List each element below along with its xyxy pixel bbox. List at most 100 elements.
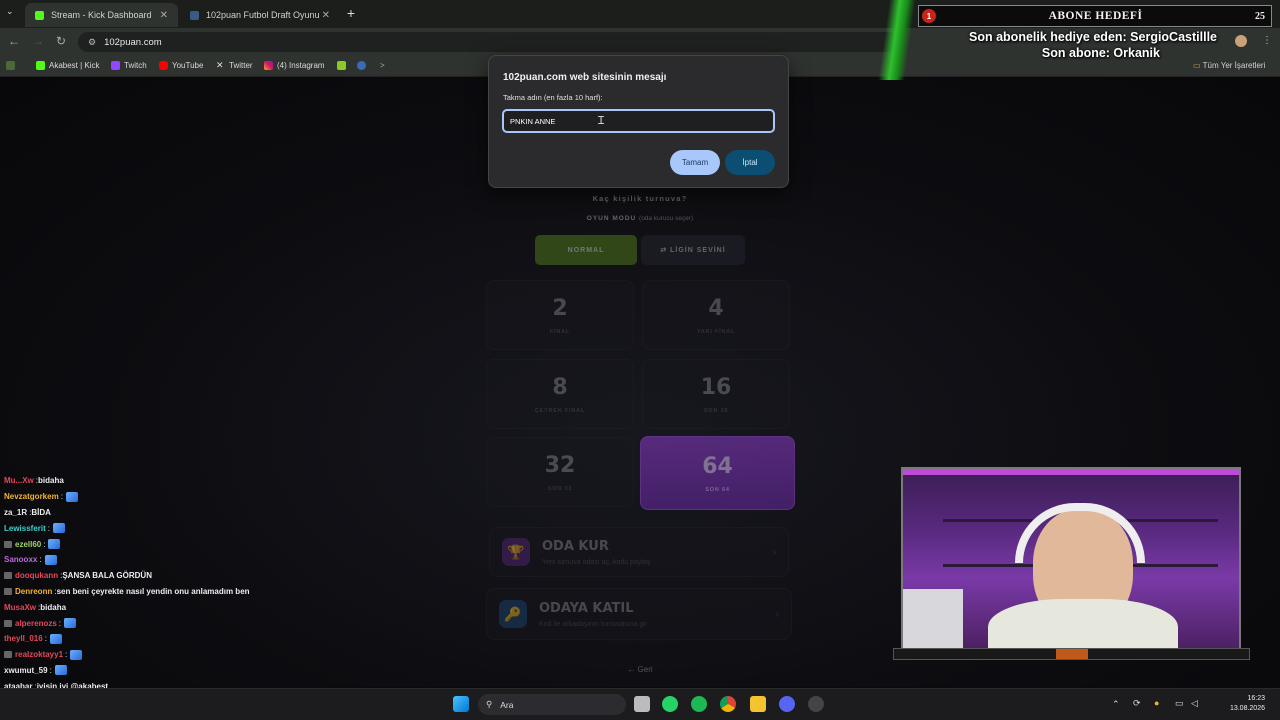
bookmark-label: Twitch <box>124 61 147 70</box>
create-room-title: ODA KUR <box>542 538 609 554</box>
mode-normal-button[interactable]: NORMAL <box>535 235 637 265</box>
goal-count-badge: 1 <box>922 9 936 23</box>
discord-icon[interactable] <box>779 696 795 712</box>
clock-date: 13.08.2026 <box>1229 705 1265 712</box>
ok-button[interactable]: Tamam <box>670 150 720 175</box>
file-explorer-icon[interactable] <box>750 696 766 712</box>
whatsapp-icon[interactable] <box>662 696 678 712</box>
bookmark-twitter[interactable]: ✕ Twitter <box>216 61 253 71</box>
cancel-button[interactable]: İptal <box>725 150 775 175</box>
card-number: 8 <box>552 374 568 400</box>
chat-message: Nevzatgorkem: <box>0 489 290 505</box>
task-view-icon[interactable] <box>634 696 650 712</box>
trophy-icon: 🏆 <box>502 538 530 566</box>
card-label: FİNAL <box>549 328 571 335</box>
chat-username[interactable]: MusaXw <box>4 603 36 612</box>
bookmark-extra-1[interactable] <box>337 61 346 70</box>
tray-sync-icon[interactable]: ⟳ <box>1133 698 1141 709</box>
last-gifter-text: Son abonelik hediye eden: SergioCastilll… <box>969 30 1217 44</box>
kick-icon <box>36 61 45 70</box>
streamer-shirt <box>988 599 1178 651</box>
bookmark-twitch[interactable]: Twitch <box>111 61 147 70</box>
volume-icon[interactable]: ◁ <box>1191 698 1198 709</box>
chat-emote-icon <box>49 633 62 644</box>
chat-username[interactable]: Sanooxx <box>4 555 37 564</box>
url-field[interactable]: ⚙ 102puan.com <box>78 32 898 52</box>
join-room-button[interactable]: 🔑 ODAYA KATIL Kod ile arkadaşının turnuv… <box>486 588 792 640</box>
tab-102puan[interactable]: 102puan Futbol Draft Oyunu ✕ <box>180 3 340 27</box>
game-mode-hint: (oda kurucu seçer) <box>639 215 694 222</box>
obs-icon[interactable] <box>808 696 824 712</box>
tab-search-icon[interactable]: ⌄ <box>6 6 14 17</box>
bookmark-instagram[interactable]: (4) Instagram <box>264 61 325 70</box>
apps-grid-icon[interactable] <box>6 61 15 70</box>
chat-message: Mu...Xw: bidaha <box>4 476 64 486</box>
join-room-title: ODAYA KATIL <box>539 600 634 616</box>
create-room-button[interactable]: 🏆 ODA KUR Yeni turnuva odası aç, kodu pa… <box>489 527 789 577</box>
chat-message: xwumut_59: <box>0 663 290 679</box>
sub-goal-bar: 1 ABONE HEDEFİ 25 <box>918 5 1272 27</box>
clock-time: 16:23 <box>1247 695 1265 702</box>
size-card-32[interactable]: 32 SON 32 <box>486 437 634 507</box>
dialog-title: 102puan.com web sitesinin mesajı <box>503 72 667 83</box>
chat-username[interactable]: Denreonn <box>15 587 52 596</box>
bookmark-youtube[interactable]: YouTube <box>159 61 203 70</box>
bookmark-blue-icon <box>357 61 366 70</box>
chrome-icon[interactable] <box>720 696 736 712</box>
chat-username[interactable]: dooqukann <box>15 571 58 580</box>
mode-league-button[interactable]: ⇄ LİGİN SEVİNİ <box>641 235 745 265</box>
chat-username[interactable]: Lewissferit <box>4 524 46 533</box>
bookmark-extra-2[interactable] <box>357 61 366 70</box>
chat-emote-icon <box>53 523 66 534</box>
new-tab-button[interactable]: + <box>343 5 359 21</box>
tray-chevron-up-icon[interactable]: ⌃ <box>1112 699 1120 710</box>
all-bookmarks-button[interactable]: ▭ Tüm Yer İşaretleri <box>1193 61 1265 70</box>
size-card-2[interactable]: 2 FİNAL <box>486 280 634 350</box>
card-number: 4 <box>708 295 724 321</box>
chat-username[interactable]: Mu...Xw <box>4 476 34 485</box>
more-bookmarks-icon[interactable]: > <box>380 61 385 70</box>
spotify-icon[interactable] <box>691 696 707 712</box>
back-arrow-icon[interactable]: ← <box>8 34 20 48</box>
chat-username[interactable]: Nevzatgorkem <box>4 492 59 501</box>
menu-icon[interactable]: ⋮ <box>1262 35 1272 46</box>
nickname-input[interactable] <box>502 109 775 133</box>
chevron-right-icon: › <box>772 546 776 558</box>
chat-username[interactable]: xwumut_59 <box>4 666 48 675</box>
goal-target: 25 <box>1255 10 1265 22</box>
tournament-size-heading: Kaç kişilik turnuva? <box>592 194 688 203</box>
card-label: SON 16 <box>703 407 729 414</box>
chat-username[interactable]: alperenozs <box>15 619 57 628</box>
clock[interactable]: 16:23 13.08.2026 <box>1205 694 1265 714</box>
chat-badge-icon <box>4 619 12 627</box>
size-card-4[interactable]: 4 YARI FİNAL <box>642 280 790 350</box>
taskbar-search[interactable]: ⚲ Ara <box>478 694 626 715</box>
profile-avatar[interactable] <box>1235 35 1247 47</box>
reload-icon[interactable]: ↻ <box>56 34 66 48</box>
network-icon[interactable]: ▭ <box>1175 698 1184 709</box>
size-card-64[interactable]: 64 SON 64 <box>640 436 795 510</box>
forward-arrow-icon[interactable]: → <box>32 34 44 48</box>
chat-message: Denreonn: sen beni çeyrekte nasıl yendin… <box>0 584 290 600</box>
windows-start-icon[interactable] <box>453 696 469 712</box>
size-card-8[interactable]: 8 ÇEYREK FİNAL <box>486 359 634 429</box>
bookmark-label: Akabest | Kick <box>49 61 100 70</box>
bookmark-kick[interactable]: Akabest | Kick <box>36 61 100 70</box>
chat-message: dooqukann: ŞANSA BALA GÖRDÜN <box>0 568 290 584</box>
chat-username[interactable]: theyll_016 <box>4 634 43 643</box>
tray-mic-icon[interactable]: ● <box>1154 698 1159 708</box>
chat-username[interactable]: realzoktayy1 <box>15 650 63 659</box>
goal-title: ABONE HEDEFİ <box>1048 10 1143 22</box>
close-tab-icon[interactable]: ✕ <box>160 10 168 21</box>
chat-username[interactable]: ezell60 <box>15 540 41 549</box>
chat-username[interactable]: za_1R <box>4 508 27 517</box>
card-label: SON 64 <box>705 486 730 493</box>
chat-badge-icon <box>4 572 12 580</box>
site-info-icon[interactable]: ⚙ <box>88 37 96 48</box>
back-link[interactable]: ← Geri <box>600 665 680 674</box>
close-tab-icon[interactable]: ✕ <box>322 10 330 21</box>
tab-kick-dashboard[interactable]: Stream - Kick Dashboard ✕ <box>25 3 178 27</box>
size-card-16[interactable]: 16 SON 16 <box>642 359 790 429</box>
all-bookmarks-label: Tüm Yer İşaretleri <box>1202 61 1266 70</box>
chat-emote-icon <box>44 554 57 565</box>
